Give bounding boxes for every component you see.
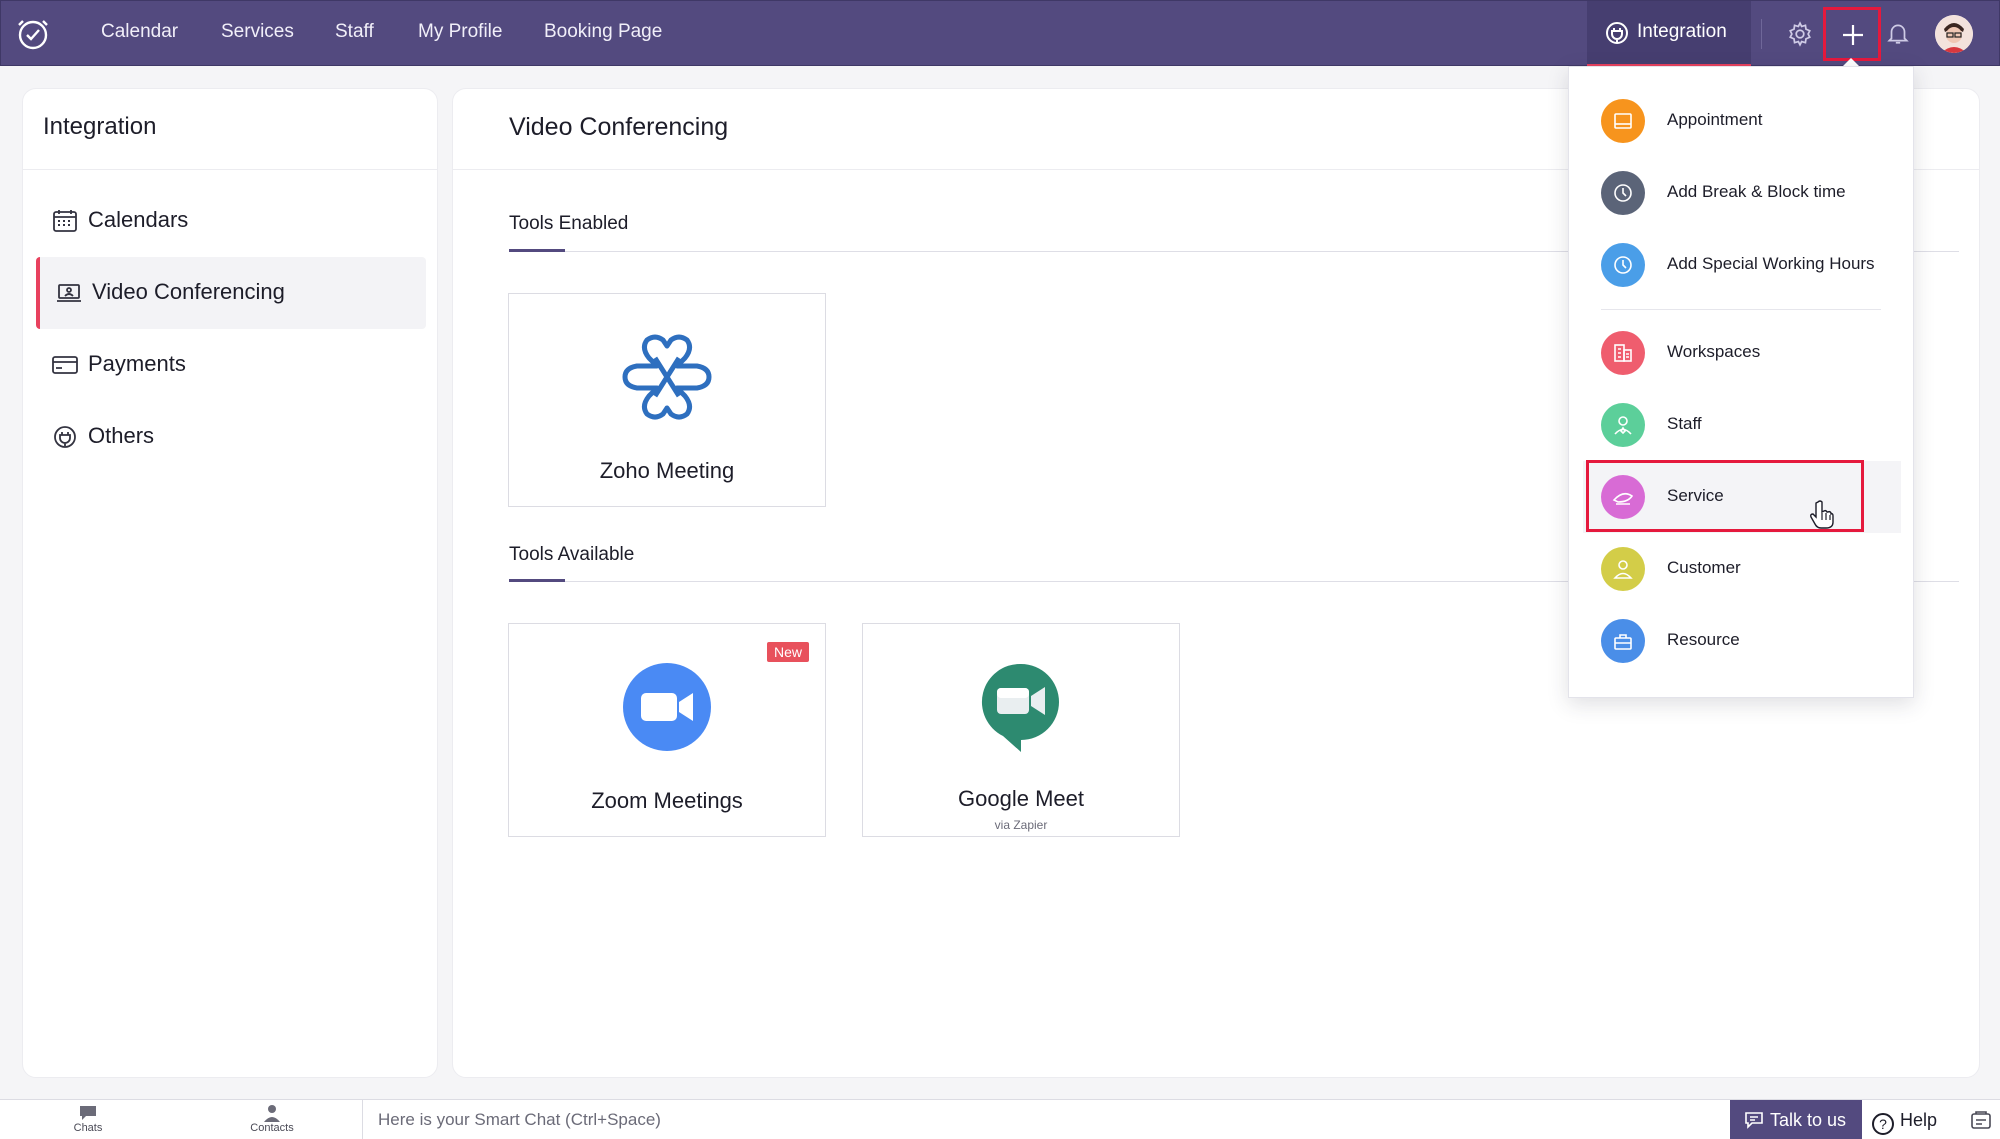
- top-navbar: Calendar Services Staff My Profile Booki…: [0, 0, 2000, 67]
- laptop-icon: [56, 281, 82, 305]
- menu-item-appointment[interactable]: Appointment: [1583, 85, 1901, 157]
- menu-item-label: Add Special Working Hours: [1667, 254, 1875, 273]
- talk-to-us-button[interactable]: Talk to us: [1730, 1100, 1862, 1139]
- plug-icon: [52, 425, 78, 449]
- tools-enabled-heading: Tools Enabled: [509, 213, 629, 234]
- user-avatar[interactable]: [1935, 15, 1973, 53]
- menu-item-add-break-block-time[interactable]: Add Break & Block time: [1583, 157, 1901, 229]
- new-badge: New: [766, 642, 809, 662]
- gear-icon[interactable]: [1787, 21, 1813, 47]
- staff-icon: [1601, 403, 1645, 447]
- talk-to-us-label: Talk to us: [1770, 1110, 1847, 1130]
- nav-services[interactable]: Services: [221, 21, 294, 43]
- menu-item-resource[interactable]: Resource: [1583, 605, 1901, 677]
- nav-integration-tab[interactable]: Integration: [1587, 1, 1751, 67]
- card-subtitle: via Zapier: [994, 818, 1048, 832]
- menu-item-add-special-working-hours[interactable]: Add Special Working Hours: [1583, 229, 1901, 301]
- topbar-divider: [1761, 19, 1762, 49]
- menu-item-label: Workspaces: [1667, 342, 1761, 361]
- sidebar-item-others[interactable]: Others: [36, 401, 426, 473]
- clock-icon: [1601, 171, 1645, 215]
- hand-cursor-icon: [1810, 500, 1834, 530]
- help-label: Help: [1900, 1110, 1938, 1130]
- menu-item-staff[interactable]: Staff: [1583, 389, 1901, 461]
- clock-icon: [1601, 243, 1645, 287]
- nav-my-profile[interactable]: My Profile: [418, 21, 502, 43]
- zoho-meeting-card[interactable]: Zoho Meeting: [508, 293, 826, 507]
- bell-icon[interactable]: [1885, 20, 1911, 46]
- bottom-divider: [362, 1100, 363, 1139]
- sidebar-title: Integration: [43, 113, 157, 140]
- zoom-meetings-card[interactable]: New Zoom Meetings: [508, 623, 826, 837]
- google-meet-card[interactable]: Google Meet via Zapier: [862, 623, 1180, 837]
- menu-item-label: Add Break & Block time: [1667, 182, 1846, 201]
- support-icon[interactable]: [1970, 1110, 1992, 1130]
- card-icon: [52, 353, 78, 377]
- bottom-bar: Chats Contacts Here is your Smart Chat (…: [0, 1099, 2000, 1139]
- help-icon: ?: [1872, 1113, 1894, 1135]
- customer-icon: [1601, 547, 1645, 591]
- calendar-icon: [52, 209, 78, 233]
- sidebar-item-video-conferencing[interactable]: Video Conferencing: [36, 257, 426, 329]
- sidebar-divider: [23, 169, 437, 170]
- google-meet-logo-icon: [863, 662, 1179, 758]
- quick-create-button[interactable]: [1823, 7, 1881, 61]
- nav-booking-page[interactable]: Booking Page: [544, 21, 662, 43]
- calendar-icon: [1601, 99, 1645, 143]
- quick-create-menu: Appointment Add Break & Block time Add S…: [1568, 66, 1914, 698]
- card-title: Zoom Meetings: [591, 788, 743, 813]
- sidebar-item-label: Payments: [88, 351, 186, 376]
- resource-icon: [1601, 619, 1645, 663]
- sidebar-item-label: Calendars: [88, 207, 189, 232]
- menu-item-customer[interactable]: Customer: [1583, 533, 1901, 605]
- section-underline: [509, 249, 565, 252]
- zoom-logo-icon: [509, 662, 825, 758]
- integration-sidebar: Integration Calendars Video Conferencing: [22, 88, 438, 1078]
- app-logo-icon[interactable]: [15, 15, 51, 51]
- menu-item-label: Staff: [1667, 414, 1702, 433]
- zoho-meeting-logo-icon: [509, 332, 825, 428]
- building-icon: [1601, 331, 1645, 375]
- chats-button[interactable]: Chats: [58, 1104, 118, 1134]
- tools-available-heading: Tools Available: [509, 544, 635, 565]
- menu-item-workspaces[interactable]: Workspaces: [1583, 317, 1901, 389]
- sidebar-item-calendars[interactable]: Calendars: [36, 185, 426, 257]
- plug-icon: [1605, 21, 1629, 45]
- menu-item-label: Customer: [1667, 558, 1741, 577]
- sidebar-item-label: Video Conferencing: [92, 279, 285, 304]
- nav-calendar[interactable]: Calendar: [101, 21, 178, 43]
- sidebar-item-payments[interactable]: Payments: [36, 329, 426, 401]
- plus-icon: [1843, 25, 1863, 45]
- integration-tab-label: Integration: [1637, 21, 1727, 42]
- menu-item-label: Appointment: [1667, 110, 1763, 129]
- page-title: Video Conferencing: [509, 113, 729, 141]
- menu-item-label: Resource: [1667, 630, 1740, 649]
- help-button[interactable]: ? Help: [1872, 1110, 1937, 1135]
- contacts-label: Contacts: [250, 1122, 294, 1134]
- chats-label: Chats: [73, 1122, 103, 1134]
- smart-chat-input[interactable]: Here is your Smart Chat (Ctrl+Space): [378, 1110, 661, 1130]
- chat-icon: [78, 1104, 98, 1122]
- menu-divider: [1601, 309, 1881, 310]
- contact-icon: [262, 1104, 282, 1122]
- nav-staff[interactable]: Staff: [335, 21, 374, 43]
- sidebar-item-label: Others: [88, 423, 155, 448]
- contacts-button[interactable]: Contacts: [242, 1104, 302, 1134]
- card-title: Google Meet: [958, 786, 1084, 811]
- section-underline: [509, 579, 565, 582]
- card-title: Zoho Meeting: [599, 458, 735, 483]
- chat-bubble-icon: [1744, 1111, 1764, 1129]
